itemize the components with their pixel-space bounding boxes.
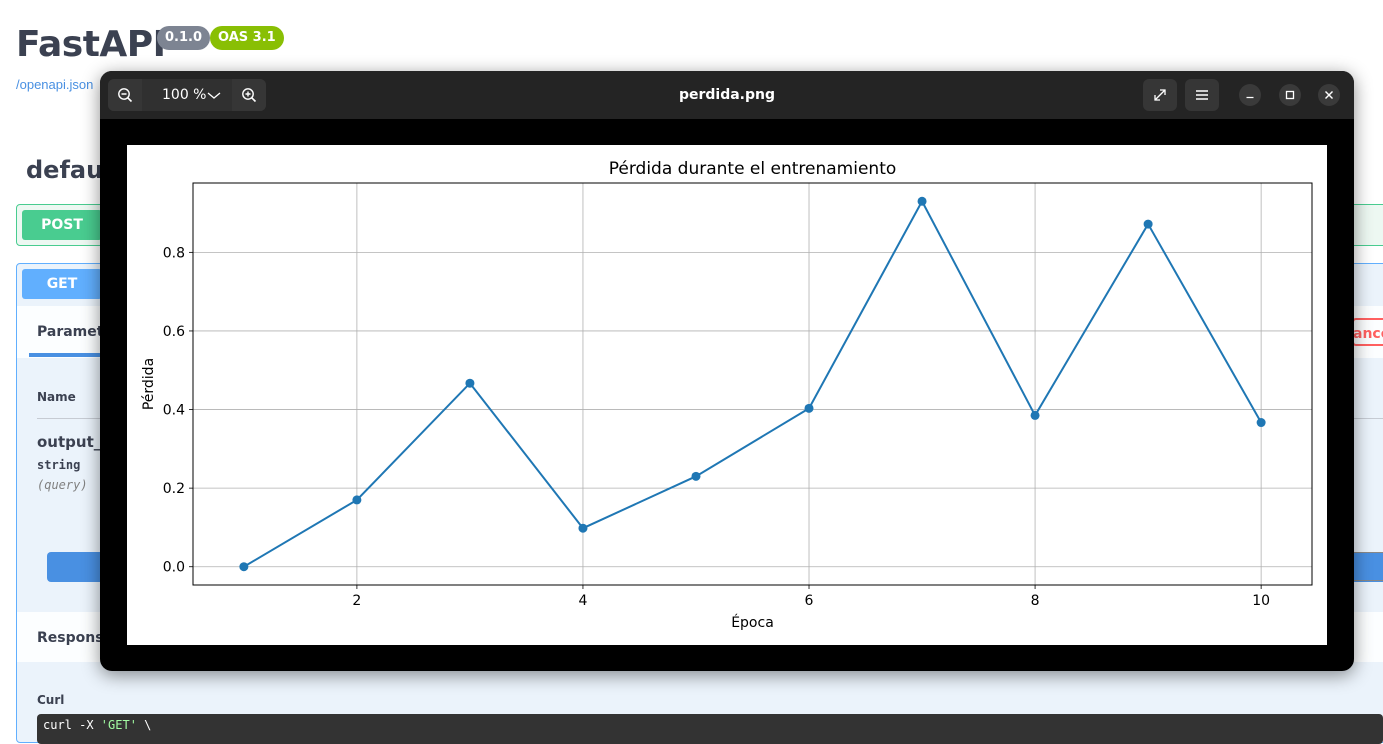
chart-title: Pérdida durante el entrenamiento — [609, 159, 897, 179]
oas-badge: OAS 3.1 — [210, 26, 284, 50]
y-tick-label: 0.0 — [163, 560, 185, 576]
x-tick-label: 8 — [1031, 593, 1040, 609]
version-badge: 0.1.0 — [157, 26, 211, 50]
get-method-badge[interactable]: GET — [22, 269, 102, 299]
zoom-level-label: 100 % — [162, 87, 207, 103]
parameter-type: string — [37, 458, 81, 472]
x-tick-label: 2 — [352, 593, 361, 609]
zoom-control: 100 % — [108, 79, 266, 111]
data-point — [804, 403, 814, 413]
curl-code-block[interactable] — [37, 714, 1383, 744]
chart-grid — [193, 183, 1312, 585]
close-button[interactable] — [1318, 84, 1340, 106]
y-tick-label: 0.4 — [163, 403, 185, 419]
zoom-out-button[interactable] — [108, 79, 142, 111]
parameter-name: output_f — [37, 433, 108, 451]
x-axis-label: Época — [731, 614, 774, 631]
loss-line-chart: 2 4 6 8 10 0.0 0.2 0.4 0.6 0.8 Pérdida durante el… — [141, 159, 1313, 631]
divider — [1352, 580, 1383, 581]
main-menu-button[interactable] — [1185, 79, 1219, 111]
data-point — [917, 196, 927, 206]
openapi-link[interactable]: /openapi.json — [16, 77, 93, 92]
fullscreen-button[interactable] — [1143, 79, 1177, 111]
app-title: FastAPI — [16, 24, 166, 65]
data-point — [691, 471, 701, 481]
data-point — [352, 495, 362, 505]
zoom-in-button[interactable] — [232, 79, 266, 111]
parameter-location: (query) — [37, 478, 88, 492]
plot-frame — [192, 182, 1313, 586]
minimize-button[interactable] — [1239, 84, 1261, 106]
tab-active-indicator — [29, 353, 101, 357]
y-tick-label: 0.8 — [163, 245, 185, 261]
data-point — [239, 562, 249, 572]
chevron-down-icon — [206, 87, 222, 108]
image-viewer-window: 100 % perdida.png 2 4 6 8 10 0.0 0.2 0.4… — [100, 71, 1354, 671]
viewer-headerbar: 100 % perdida.png — [100, 71, 1354, 119]
y-tick-label: 0.6 — [163, 324, 185, 340]
curl-title: Curl — [37, 693, 65, 707]
cancel-button-label: ance — [1353, 326, 1383, 342]
cancel-button[interactable]: ance — [1352, 318, 1383, 346]
y-tick-label: 0.2 — [163, 481, 185, 497]
tag-title[interactable]: defaul — [26, 156, 111, 184]
divider — [1352, 552, 1383, 553]
data-point — [1256, 418, 1266, 428]
x-tick-label: 4 — [578, 593, 587, 609]
x-tick-label: 6 — [805, 593, 814, 609]
data-point — [1030, 410, 1040, 420]
data-point — [578, 523, 588, 533]
post-method-badge[interactable]: POST — [22, 210, 102, 240]
maximize-button[interactable] — [1279, 84, 1301, 106]
chart-series — [239, 196, 1266, 572]
data-point — [465, 378, 475, 388]
column-name-header: Name — [37, 390, 76, 404]
y-axis-label: Pérdida — [141, 358, 157, 410]
displayed-image: 2 4 6 8 10 0.0 0.2 0.4 0.6 0.8 Pérdida durante el… — [127, 145, 1327, 645]
data-point — [1143, 219, 1153, 229]
x-tick-label: 10 — [1252, 593, 1270, 609]
series-line — [243, 199, 1263, 568]
